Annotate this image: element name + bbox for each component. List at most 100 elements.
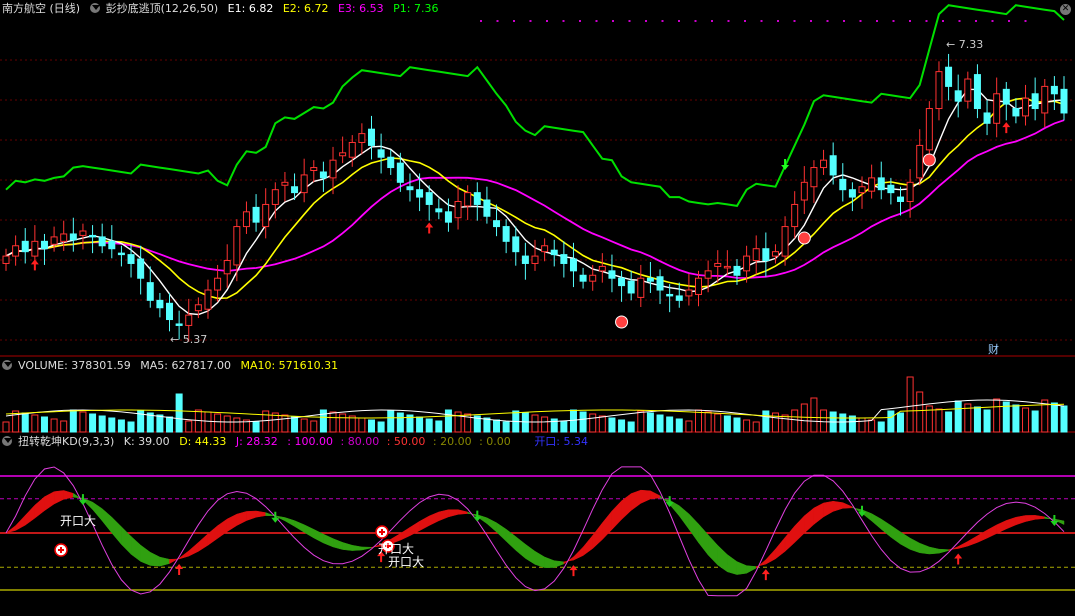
kd-ribbon	[996, 520, 1007, 534]
candle	[50, 236, 58, 245]
kd-buy-arrow	[761, 569, 770, 581]
kd-ribbon	[861, 509, 872, 522]
candle	[464, 192, 472, 207]
kd-ribbon	[909, 537, 920, 554]
candle	[416, 189, 424, 198]
kd-ribbon	[5, 525, 16, 534]
kd-ribbon	[400, 526, 411, 541]
stock-chart[interactable]: ← 7.33 ← 5.37 财 开口大 开口大 开口大	[0, 0, 1075, 616]
kd-ribbon	[640, 489, 651, 504]
kd-ribbon	[15, 514, 26, 531]
volume-bar	[541, 416, 549, 433]
volume-bar	[762, 410, 770, 433]
candle	[820, 159, 828, 169]
kd-ribbon	[746, 565, 757, 574]
candle	[733, 265, 741, 276]
kd-ribbon	[515, 536, 526, 559]
p1-marker	[1008, 20, 1010, 22]
candle	[252, 206, 260, 223]
kd-ribbon	[303, 524, 315, 539]
candle	[1002, 88, 1010, 105]
kd-ribbon	[419, 515, 430, 532]
volume-bar	[156, 414, 164, 433]
kd-ribbon	[246, 510, 257, 521]
volume-bar	[906, 376, 914, 433]
kd-ribbon	[977, 529, 988, 543]
volume-bar	[300, 418, 308, 433]
kd-ribbon	[486, 517, 497, 533]
p1-marker	[661, 20, 664, 22]
p1-marker	[562, 20, 565, 22]
volume-bar	[329, 411, 337, 433]
kd-ribbon	[1015, 515, 1026, 526]
candle	[685, 289, 693, 297]
kaikou-label: 开口大	[60, 514, 96, 528]
kd-ribbon	[871, 513, 882, 530]
p1-marker	[546, 20, 548, 22]
kd-ribbon	[448, 509, 459, 518]
volume-bar	[704, 411, 712, 433]
kd-ribbon	[496, 522, 507, 542]
p1-marker	[496, 20, 499, 22]
volume-bar	[69, 409, 77, 433]
kd-ribbon	[919, 542, 930, 555]
signal-ball	[797, 231, 811, 245]
volume-bar	[916, 391, 924, 433]
candle	[233, 226, 241, 266]
kd-ribbon	[332, 538, 343, 550]
high-label: ← 7.33	[946, 38, 983, 51]
volume-bar	[1060, 405, 1068, 433]
kd-ribbon	[1025, 515, 1036, 522]
candle	[194, 304, 202, 312]
volume-bar	[262, 410, 270, 433]
volume-bar	[233, 417, 241, 433]
candle	[829, 155, 837, 176]
kd-ribbon	[602, 510, 613, 541]
volume-bar	[531, 414, 539, 433]
candle	[627, 280, 635, 294]
e1-line	[5, 88, 1065, 316]
candle	[723, 265, 731, 269]
candle	[146, 282, 154, 301]
kd-ribbon	[217, 518, 228, 539]
volume-bar	[627, 421, 635, 433]
volume-bar	[887, 410, 895, 433]
kd-ribbon	[121, 526, 132, 555]
candle	[598, 265, 606, 272]
volume-bar	[223, 415, 231, 433]
kd-ribbon	[553, 560, 565, 568]
kd-ribbon	[573, 546, 584, 561]
volume-bar	[791, 409, 799, 433]
kd-ribbon	[1006, 516, 1017, 530]
kd-ribbon	[582, 534, 593, 557]
candle	[589, 274, 597, 282]
kd-ribbon	[929, 546, 940, 555]
volume-bar	[1022, 407, 1030, 433]
cai-label[interactable]: 财	[988, 342, 999, 356]
candle	[839, 178, 847, 191]
volume-bar	[117, 419, 125, 433]
volume-bar	[1012, 404, 1020, 433]
kd-ribbon	[967, 535, 978, 547]
p1-marker	[628, 20, 631, 22]
candle	[406, 186, 414, 191]
kd-ribbon	[592, 522, 603, 550]
kd-ribbon	[621, 493, 632, 521]
candle	[271, 189, 279, 205]
candle	[223, 260, 231, 275]
buy-arrow	[30, 259, 39, 271]
kd-ribbon	[534, 550, 545, 568]
volume-bar	[983, 409, 991, 433]
candle	[291, 186, 299, 194]
kd-ribbon	[53, 490, 64, 505]
candle	[618, 277, 626, 287]
candle	[762, 248, 770, 262]
candle	[300, 174, 308, 194]
kd-ribbon	[101, 508, 113, 534]
volume-bar	[377, 421, 385, 433]
volume-bar	[781, 414, 789, 433]
kd-ribbon	[24, 504, 36, 526]
candle	[473, 192, 481, 205]
volume-bar	[1031, 410, 1039, 433]
kd-ribbon	[188, 541, 199, 557]
